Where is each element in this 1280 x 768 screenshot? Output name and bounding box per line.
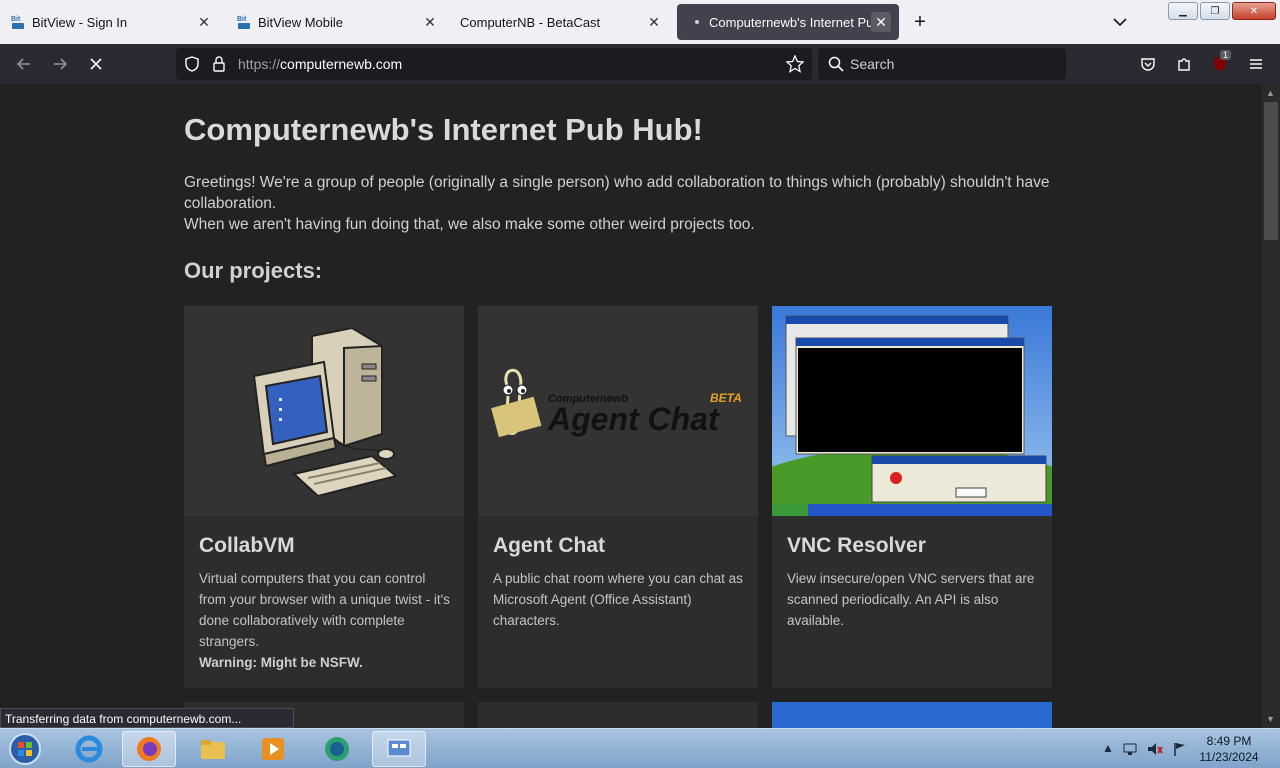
page-scrollbar[interactable]: ▲ ▼ (1262, 84, 1280, 728)
shield-icon[interactable] (184, 56, 200, 77)
pocket-icon[interactable] (1138, 54, 1158, 74)
extension-badge: 1 (1220, 50, 1232, 60)
close-tab-icon[interactable]: ✕ (420, 12, 440, 32)
close-tab-icon[interactable]: ✕ (871, 12, 891, 32)
scroll-down-arrow-icon[interactable]: ▼ (1266, 714, 1275, 724)
intro-text: Greetings! We're a group of people (orig… (184, 174, 1050, 233)
forward-arrow-icon[interactable] (50, 54, 70, 74)
svg-text:BETA: BETA (710, 391, 742, 405)
tab-computernewb-active[interactable]: Computernewb's Internet Pub ✕ (677, 4, 899, 40)
project-card-vnc-resolver[interactable]: VNC Resolver View insecure/open VNC serv… (772, 306, 1052, 688)
remote-desktop-icon[interactable] (372, 731, 426, 767)
projects-heading: Our projects: (184, 258, 323, 283)
bitview-icon: Bit (236, 14, 252, 30)
project-card-next-row[interactable] (772, 702, 1052, 728)
tab-bitview-mobile[interactable]: Bit BitView Mobile ✕ (226, 4, 448, 40)
firefox-icon[interactable] (122, 731, 176, 767)
vnc-resolver-screenshot-image (772, 306, 1052, 516)
show-hidden-icons-arrow[interactable]: ▲ (1102, 741, 1114, 755)
bitview-icon: Bit (10, 14, 26, 30)
loading-dot-icon (687, 14, 703, 30)
restore-icon[interactable]: ❐ (1200, 2, 1230, 20)
project-name[interactable]: Agent Chat (493, 534, 605, 558)
svg-text:Agent Chat: Agent Chat (547, 401, 720, 437)
search-placeholder: Search (850, 56, 895, 72)
collabvm-computer-image (184, 306, 464, 516)
extensions-puzzle-icon[interactable] (1174, 54, 1194, 74)
scroll-up-arrow-icon[interactable]: ▲ (1266, 88, 1275, 98)
tab-strip: Bit BitView - Sign In ✕ Bit BitView Mobi… (0, 0, 1280, 44)
media-player-icon[interactable] (246, 731, 300, 767)
close-tab-icon[interactable]: ✕ (644, 12, 664, 32)
lock-icon[interactable] (212, 55, 226, 78)
bookmark-star-icon[interactable] (785, 54, 805, 78)
internet-explorer-icon[interactable] (62, 731, 116, 767)
globe-app-icon[interactable] (310, 731, 364, 767)
status-panel: Transferring data from computernewb.com.… (0, 708, 294, 728)
start-button[interactable] (0, 731, 50, 767)
action-center-flag-icon[interactable] (1172, 741, 1188, 760)
file-explorer-icon[interactable] (186, 731, 240, 767)
project-card-agent-chat[interactable]: Computernewb Agent Chat BETA Agent Chat … (478, 306, 758, 688)
stop-loading-icon[interactable] (86, 54, 106, 74)
url-text[interactable]: https://computernewb.com (238, 56, 402, 72)
project-description: View insecure/open VNC servers that are … (787, 571, 1035, 628)
back-arrow-icon[interactable] (14, 54, 34, 74)
project-name[interactable]: VNC Resolver (787, 534, 926, 558)
windows-taskbar: ▲ 8:49 PM 11/23/2024 (0, 728, 1280, 768)
navigation-toolbar: https://computernewb.com Search 1 (0, 44, 1280, 84)
close-tab-icon[interactable]: ✕ (194, 12, 214, 32)
agent-chat-logo-image: Computernewb Agent Chat BETA (478, 306, 758, 516)
project-card-collabvm[interactable]: CollabVM Virtual computers that you can … (184, 306, 464, 688)
search-icon (828, 56, 844, 77)
project-name[interactable]: CollabVM (199, 534, 295, 558)
close-window-icon[interactable]: ✕ (1232, 2, 1276, 20)
minimize-icon[interactable]: ▁ (1168, 2, 1198, 20)
page-title: Computernewb's Internet Pub Hub! (184, 112, 703, 147)
list-all-tabs-icon[interactable] (1110, 12, 1130, 32)
new-tab-button[interactable]: + (908, 10, 932, 34)
project-description: A public chat room where you can chat as… (493, 571, 743, 628)
svg-text:Bit: Bit (237, 16, 247, 23)
system-clock[interactable]: 8:49 PM 11/23/2024 (1196, 733, 1262, 765)
nsfw-warning: Warning: Might be NSFW. (199, 655, 363, 670)
search-bar[interactable]: Search (818, 48, 1066, 80)
svg-text:Bit: Bit (11, 16, 21, 23)
project-card-next-row[interactable] (478, 702, 758, 728)
window-controls: ▁ ❐ ✕ (1168, 2, 1276, 20)
scroll-thumb[interactable] (1264, 102, 1278, 240)
project-description: Virtual computers that you can control f… (199, 568, 451, 673)
page-content: Computernewb's Internet Pub Hub! Greetin… (0, 84, 1262, 728)
hamburger-menu-icon[interactable] (1246, 54, 1266, 74)
tab-computernb-betacast[interactable]: ComputerNB - BetaCast ✕ (450, 4, 672, 40)
address-bar[interactable]: https://computernewb.com (176, 48, 812, 80)
volume-muted-icon[interactable] (1146, 741, 1164, 760)
network-icon[interactable] (1122, 741, 1138, 760)
tab-bitview-sign-in[interactable]: Bit BitView - Sign In ✕ (0, 4, 222, 40)
ublock-origin-icon[interactable]: 1 (1210, 50, 1232, 74)
